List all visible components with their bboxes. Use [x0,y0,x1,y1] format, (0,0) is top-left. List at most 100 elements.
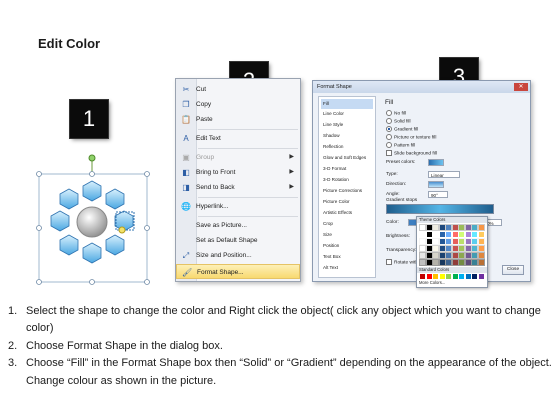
color-swatch[interactable] [425,224,433,231]
gradient-fill-option[interactable]: Gradient fill [386,126,418,132]
menu-item-set-default-shape[interactable]: Set as Default Shape [176,233,300,248]
color-swatch[interactable] [445,238,452,245]
color-swatch[interactable] [458,231,465,238]
color-swatch[interactable] [438,259,446,266]
color-swatch[interactable] [471,238,478,245]
category-line-color[interactable]: Line Color [321,109,373,119]
close-icon[interactable]: ✕ [514,83,528,91]
standard-color-swatch[interactable] [478,274,484,279]
gradient-stops-bar[interactable] [386,204,494,214]
color-swatch[interactable] [438,231,446,238]
menu-item-cut[interactable]: ✂ Cut [176,82,300,97]
color-swatch[interactable] [425,259,433,266]
standard-color-swatch[interactable] [465,274,471,279]
color-swatch[interactable] [477,238,485,245]
color-swatch[interactable] [458,259,465,266]
color-swatch[interactable] [445,224,452,231]
color-swatch[interactable] [477,245,485,252]
color-swatch[interactable] [445,231,452,238]
menu-item-size-and-position[interactable]: ⤢ Size and Position... [176,248,300,263]
color-swatch[interactable] [458,238,465,245]
picture-fill-option[interactable]: Picture or texture fill [386,134,436,140]
category-reflection[interactable]: Reflection [321,142,373,152]
checkbox[interactable] [386,150,392,156]
color-swatch[interactable] [425,238,433,245]
color-swatch[interactable] [458,245,465,252]
color-swatch[interactable] [464,231,472,238]
color-swatch[interactable] [451,252,459,259]
color-swatch[interactable] [464,252,472,259]
color-swatch[interactable] [432,238,439,245]
slide-background-fill-option[interactable]: Slide background fill [386,150,437,156]
standard-color-swatch[interactable] [439,274,445,279]
category-crop[interactable]: Crop [321,219,373,229]
color-swatch[interactable] [471,231,478,238]
pattern-fill-option[interactable]: Pattern fill [386,142,415,148]
category-text-box[interactable]: Text Box [321,252,373,262]
category-alt-text[interactable]: Alt Text [321,263,373,273]
color-swatch[interactable] [477,231,485,238]
color-swatch[interactable] [425,252,433,259]
radio-button[interactable] [386,110,392,116]
standard-color-swatch[interactable] [420,274,425,279]
preset-colors-dropdown[interactable] [428,159,444,166]
close-button[interactable]: Close [502,265,524,275]
menu-item-paste[interactable]: 📋 Paste [176,112,300,127]
category-picture-corrections[interactable]: Picture Corrections [321,186,373,196]
color-swatch[interactable] [477,259,485,266]
menu-item-save-as-picture[interactable]: Save as Picture... [176,218,300,233]
category-fill[interactable]: Fill [321,99,373,109]
color-swatch[interactable] [471,259,478,266]
color-swatch[interactable] [464,245,472,252]
color-swatch[interactable] [451,245,459,252]
color-swatch[interactable] [445,252,452,259]
menu-item-send-to-back[interactable]: ◨ Send to Back ▶ [176,180,300,195]
standard-color-swatch[interactable] [446,274,451,279]
standard-color-swatch[interactable] [459,274,464,279]
radio-button[interactable] [386,142,392,148]
color-swatch[interactable] [464,238,472,245]
color-swatch[interactable] [477,252,485,259]
color-swatch[interactable] [471,252,478,259]
color-swatch[interactable] [438,252,446,259]
color-swatch[interactable] [438,238,446,245]
radio-button-checked[interactable] [386,126,392,132]
color-swatch[interactable] [432,252,439,259]
menu-item-hyperlink[interactable]: 🌐 Hyperlink... [176,199,300,214]
more-colors-link[interactable]: More Colors... [417,280,487,286]
solid-fill-option[interactable]: Solid fill [386,118,411,124]
color-swatch[interactable] [425,245,433,252]
category-position[interactable]: Position [321,241,373,251]
standard-color-swatch[interactable] [433,274,438,279]
color-swatch[interactable] [438,224,446,231]
menu-item-copy[interactable]: ❐ Copy [176,97,300,112]
category-line-style[interactable]: Line Style [321,120,373,130]
color-swatch[interactable] [464,259,472,266]
color-swatch[interactable] [432,224,439,231]
color-swatch[interactable] [445,245,452,252]
hexagon-cycle-shape[interactable] [30,150,160,290]
color-swatch[interactable] [445,259,452,266]
color-swatch[interactable] [438,245,446,252]
color-swatch[interactable] [419,245,426,252]
color-swatch[interactable] [458,224,465,231]
color-swatch[interactable] [464,224,472,231]
color-swatch[interactable] [419,259,426,266]
no-fill-option[interactable]: No fill [386,110,406,116]
color-swatch[interactable] [451,224,459,231]
color-swatch[interactable] [432,259,439,266]
category-3d-rotation[interactable]: 3-D Rotation [321,175,373,185]
type-dropdown[interactable]: Linear [428,171,460,178]
color-swatch[interactable] [458,252,465,259]
color-swatch[interactable] [451,231,459,238]
color-swatch[interactable] [451,238,459,245]
category-3d-format[interactable]: 3-D Format [321,164,373,174]
color-swatch[interactable] [477,224,485,231]
direction-dropdown[interactable] [428,181,444,188]
angle-input[interactable]: 90° [428,191,448,198]
category-shadow[interactable]: Shadow [321,131,373,141]
menu-item-bring-to-front[interactable]: ◧ Bring to Front ▶ [176,165,300,180]
standard-color-swatch[interactable] [472,274,477,279]
color-swatch[interactable] [425,231,433,238]
color-swatch[interactable] [471,245,478,252]
